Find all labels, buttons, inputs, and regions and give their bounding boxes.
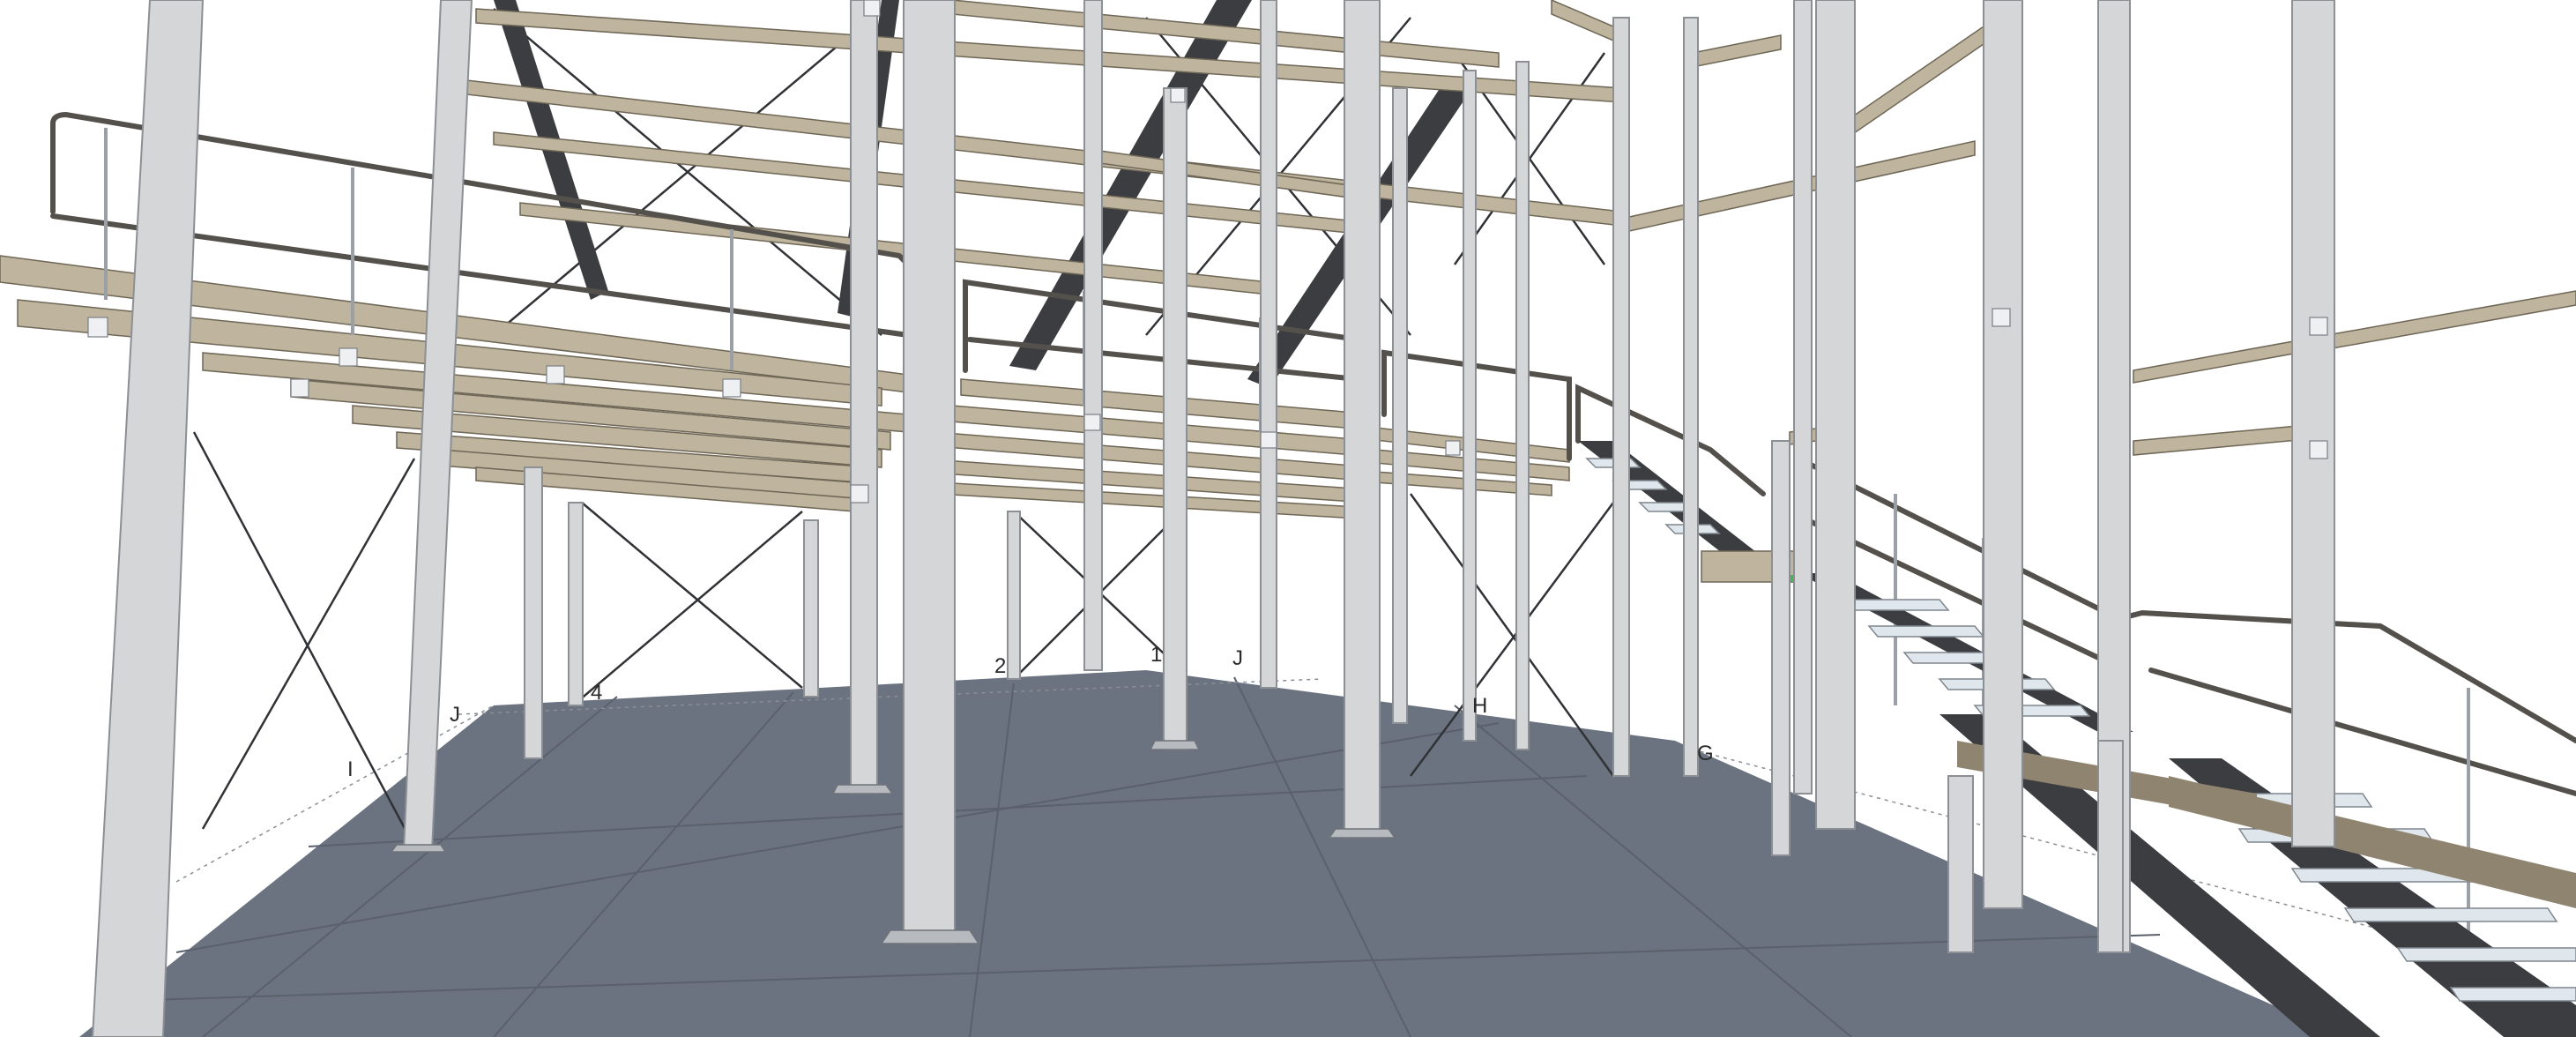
grid-label-i: I bbox=[347, 757, 354, 781]
grid-label-1: 1 bbox=[1150, 643, 1162, 667]
grid-label-2: 2 bbox=[994, 654, 1006, 678]
grid-label-g: G bbox=[1697, 742, 1714, 765]
grid-label-j-right: J bbox=[1232, 646, 1243, 670]
mezzanine-beams bbox=[0, 255, 1570, 519]
grid-label-h: H bbox=[1472, 694, 1487, 718]
steel-structure-scene[interactable]: J I 4 2 1 J H G bbox=[0, 0, 2576, 1037]
grid-label-j-left: J bbox=[450, 703, 460, 727]
3d-model-viewport[interactable]: J I 4 2 1 J H G bbox=[0, 0, 2576, 1037]
grid-label-4: 4 bbox=[591, 681, 602, 705]
